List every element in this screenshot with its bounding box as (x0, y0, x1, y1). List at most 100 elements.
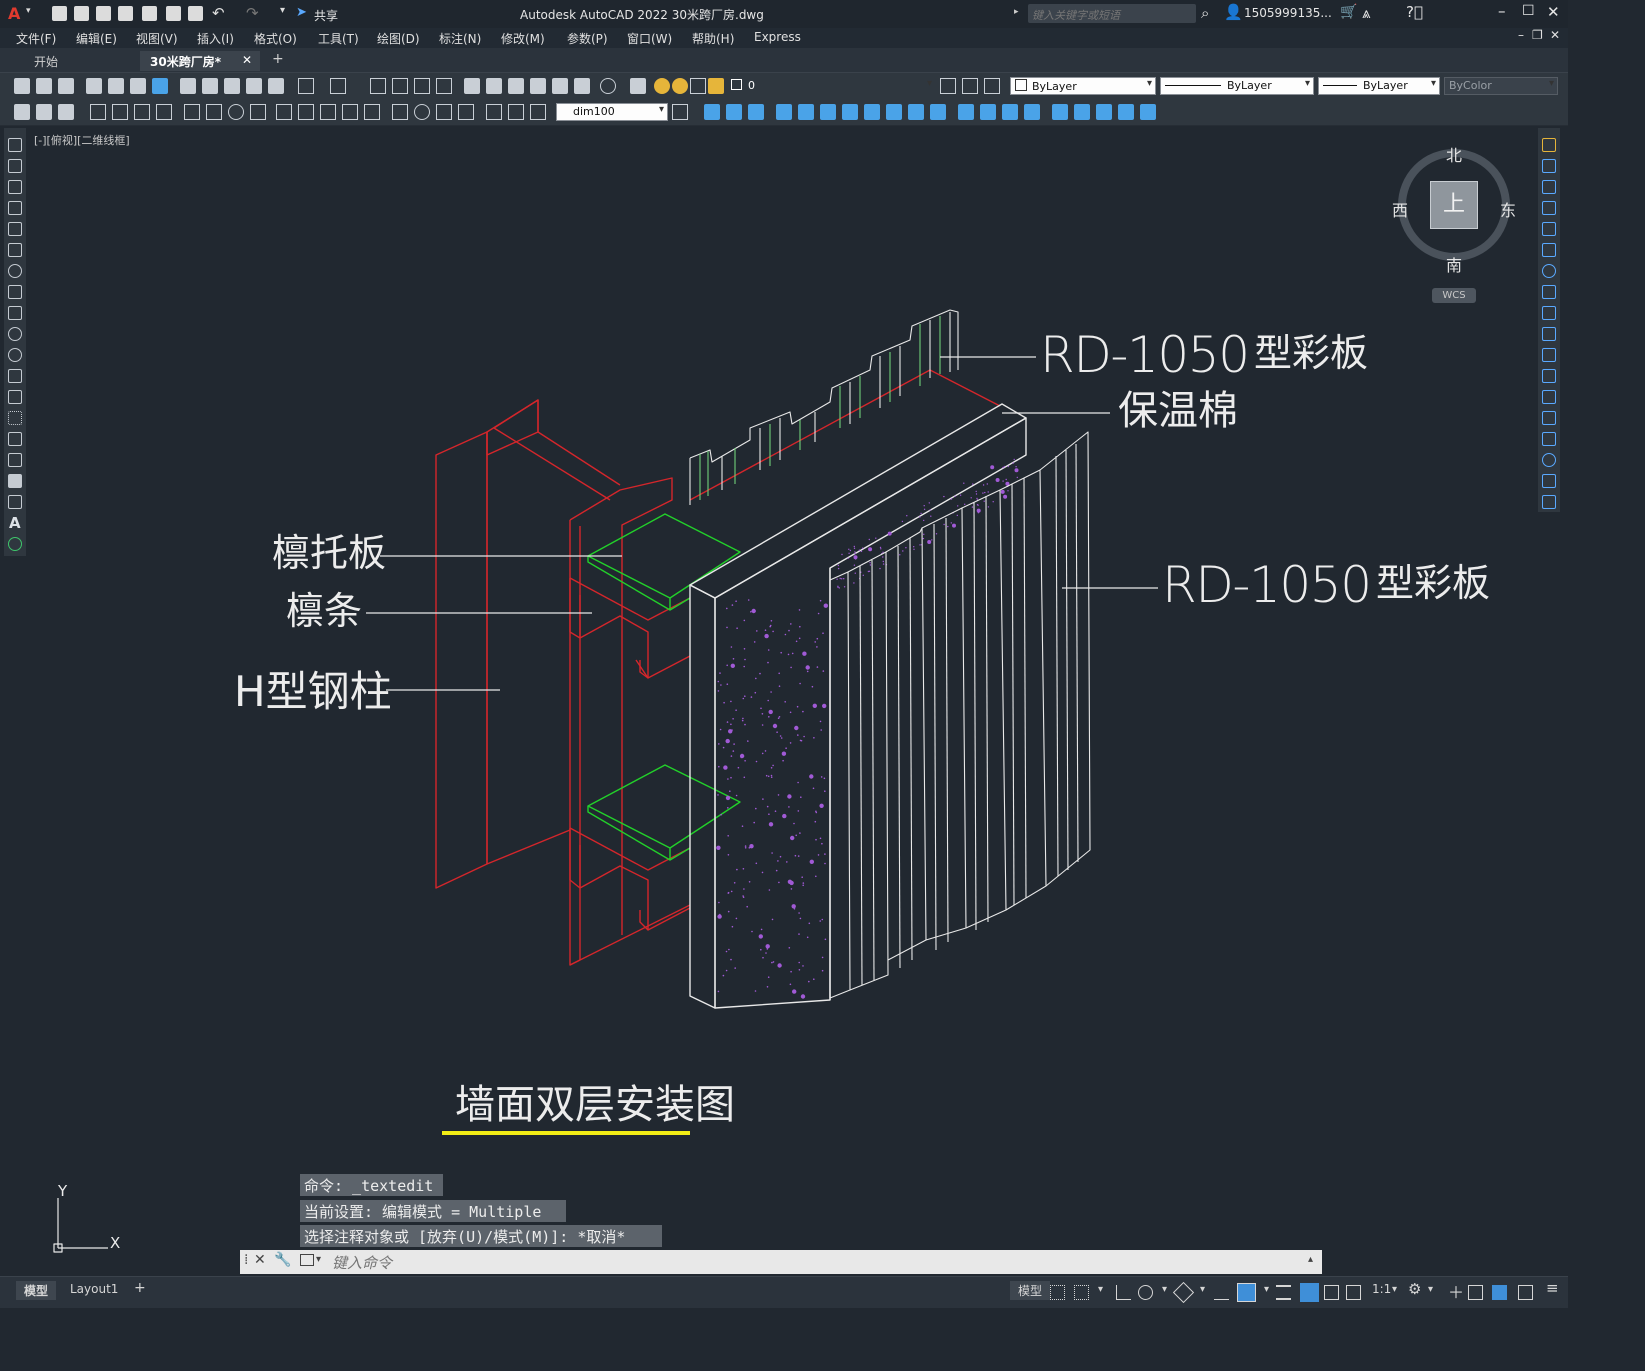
speckle-mark (753, 641, 756, 643)
polar-icon[interactable] (1138, 1285, 1153, 1300)
viewcube-north[interactable]: 北 (1446, 142, 1462, 166)
isodraft-chevron-icon[interactable]: ▾ (1192, 1283, 1213, 1296)
speckle-mark (802, 965, 804, 967)
speckle-mark (770, 774, 773, 777)
speckle-mark (790, 835, 795, 841)
speckle-mark (995, 478, 1000, 482)
quick-properties-icon[interactable] (1492, 1285, 1507, 1300)
speckle-mark (843, 578, 845, 580)
speckle-mark (805, 665, 810, 670)
speckle-mark (730, 776, 732, 779)
tab-layout1[interactable]: Layout1 (62, 1281, 126, 1297)
snap-icon[interactable] (1074, 1285, 1089, 1300)
otrack-icon[interactable] (1214, 1285, 1229, 1300)
speckle-mark (975, 490, 977, 493)
command-input[interactable] (330, 1252, 1294, 1274)
annotation-scale-icon[interactable] (1346, 1285, 1361, 1300)
speckle-mark (931, 539, 933, 541)
speckle-mark (786, 861, 788, 863)
wcs-menu-button[interactable]: WCS (1432, 288, 1476, 303)
recent-commands-icon[interactable] (300, 1254, 314, 1266)
speckle-mark (930, 515, 932, 517)
speckle-mark (798, 961, 800, 964)
speckle-mark (982, 484, 985, 486)
speckle-mark (798, 637, 801, 640)
command-close-icon[interactable]: ✕ (254, 1252, 266, 1268)
speckle-mark (765, 952, 767, 954)
speckle-mark (822, 703, 827, 709)
speckle-mark (879, 567, 881, 570)
annotation-visibility-icon[interactable] (1300, 1283, 1319, 1302)
polar-chevron-icon[interactable]: ▾ (1154, 1283, 1175, 1296)
model-space-button[interactable]: 模型 (1010, 1281, 1051, 1300)
speckle-mark (755, 760, 758, 763)
speckle-mark (748, 881, 751, 883)
speckle-mark (822, 670, 825, 672)
speckle-mark (849, 549, 852, 552)
speckle-mark (959, 494, 962, 496)
speckle-mark (964, 503, 966, 505)
tab-model[interactable]: 模型 (16, 1281, 57, 1300)
osnap-chevron-icon[interactable]: ▾ (1256, 1283, 1277, 1296)
speckle-mark (767, 661, 769, 664)
speckle-mark (798, 969, 801, 971)
speckle-mark (755, 807, 757, 810)
speckle-mark (843, 586, 846, 588)
speckle-mark (922, 537, 925, 540)
viewport-controls[interactable]: [-][俯视][二维线框] (34, 132, 130, 148)
speckle-mark (919, 516, 921, 518)
speckle-mark (880, 548, 882, 550)
isodraft-icon[interactable] (1172, 1281, 1195, 1304)
speckle-mark (869, 562, 871, 564)
speckle-mark (730, 663, 735, 668)
speckle-mark (726, 664, 728, 667)
speckle-mark (970, 497, 972, 499)
speckle-mark (854, 572, 856, 574)
annotation-autoscale-icon[interactable] (1324, 1285, 1339, 1300)
speckle-mark (718, 765, 720, 768)
speckle-mark (976, 497, 978, 500)
speckle-mark (725, 795, 731, 801)
viewcube-top-face[interactable]: 上 (1430, 181, 1478, 229)
drawing-canvas[interactable]: RD-1050 型彩板 保温棉 RD-1050 型彩板 檩托板 檩条 H型钢柱 … (0, 0, 1568, 1307)
speckle-mark (755, 862, 758, 865)
speckle-mark (758, 934, 763, 939)
viewcube-east[interactable]: 东 (1500, 197, 1516, 221)
grid-icon[interactable] (1050, 1285, 1065, 1300)
speckle-mark (760, 707, 762, 710)
speckle-mark (771, 961, 773, 964)
speckle-mark (730, 755, 733, 757)
speckle-mark (819, 803, 824, 808)
customization-menu-icon[interactable]: ≡ (1538, 1278, 1567, 1298)
command-grip-icon[interactable]: ⁞ (244, 1252, 248, 1268)
speckle-mark (799, 917, 802, 920)
speckle-mark (802, 651, 807, 656)
speckle-mark (767, 775, 770, 778)
speckle-mark (809, 774, 814, 779)
speckle-mark (923, 519, 925, 522)
command-history-toggle-icon[interactable]: ▴ (1308, 1254, 1313, 1265)
h-steel-column (435, 399, 691, 966)
speckle-mark (723, 765, 728, 770)
command-customize-icon[interactable]: 🔧 (274, 1252, 291, 1268)
lineweight-icon[interactable] (1276, 1285, 1291, 1300)
speckle-mark (879, 546, 882, 549)
speckle-mark (815, 838, 817, 841)
speckle-mark (806, 936, 809, 939)
speckle-mark (732, 750, 735, 752)
viewcube-west[interactable]: 西 (1392, 197, 1408, 221)
speckle-mark (794, 725, 799, 731)
speckle-mark (716, 845, 721, 850)
viewcube-south[interactable]: 南 (1446, 252, 1462, 276)
speckle-mark (798, 912, 800, 914)
speckle-mark (751, 608, 756, 614)
units-icon[interactable] (1468, 1285, 1483, 1300)
ortho-icon[interactable] (1116, 1285, 1131, 1300)
snap-chevron-icon[interactable]: ▾ (1090, 1283, 1111, 1296)
speckle-mark (816, 637, 819, 640)
clean-screen-icon[interactable] (1518, 1285, 1533, 1300)
add-layout-icon[interactable]: + (126, 1279, 154, 1297)
osnap-icon[interactable] (1237, 1283, 1256, 1302)
workspace-chevron-icon[interactable]: ▾ (1420, 1283, 1441, 1296)
recent-commands-chevron-icon[interactable]: ▾ (316, 1254, 321, 1265)
